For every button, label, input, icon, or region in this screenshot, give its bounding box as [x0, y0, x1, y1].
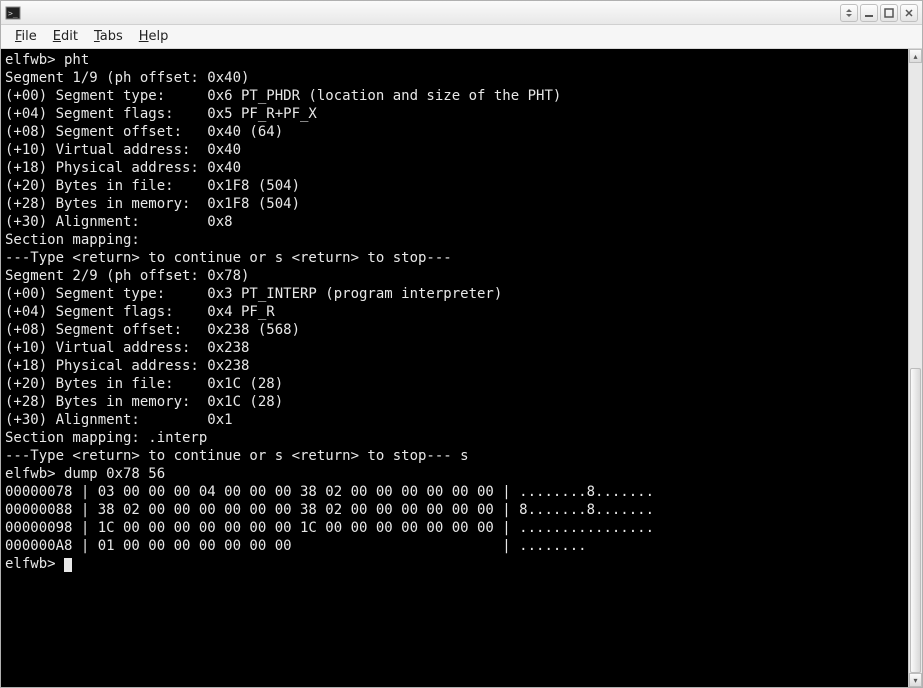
- terminal-line: elfwb>: [5, 555, 904, 573]
- terminal-line: Section mapping: .interp: [5, 429, 904, 447]
- terminal-area: elfwb> phtSegment 1/9 (ph offset: 0x40)(…: [1, 49, 922, 687]
- terminal-line: 000000A8 | 01 00 00 00 00 00 00 00 | ...…: [5, 537, 904, 555]
- terminal-line: (+08) Segment offset: 0x40 (64): [5, 123, 904, 141]
- menu-tabs[interactable]: Tabs: [86, 27, 131, 46]
- terminal-line: (+10) Virtual address: 0x238: [5, 339, 904, 357]
- terminal-line: elfwb> pht: [5, 51, 904, 69]
- minimize-button[interactable]: [860, 4, 878, 22]
- close-button[interactable]: [900, 4, 918, 22]
- terminal-line: (+20) Bytes in file: 0x1C (28): [5, 375, 904, 393]
- terminal-line: (+10) Virtual address: 0x40: [5, 141, 904, 159]
- terminal-line: elfwb> dump 0x78 56: [5, 465, 904, 483]
- terminal-line: 00000098 | 1C 00 00 00 00 00 00 00 1C 00…: [5, 519, 904, 537]
- menubar: File Edit Tabs Help: [1, 25, 922, 49]
- scroll-thumb[interactable]: [910, 368, 921, 673]
- terminal-line: (+30) Alignment: 0x8: [5, 213, 904, 231]
- terminal-output[interactable]: elfwb> phtSegment 1/9 (ph offset: 0x40)(…: [1, 49, 908, 687]
- terminal-line: (+18) Physical address: 0x40: [5, 159, 904, 177]
- terminal-line: Segment 2/9 (ph offset: 0x78): [5, 267, 904, 285]
- terminal-line: Section mapping:: [5, 231, 904, 249]
- titlebar: >_: [1, 1, 922, 25]
- terminal-line: (+28) Bytes in memory: 0x1C (28): [5, 393, 904, 411]
- app-icon: >_: [5, 5, 21, 21]
- terminal-line: (+18) Physical address: 0x238: [5, 357, 904, 375]
- menu-file[interactable]: File: [7, 27, 45, 46]
- maximize-button[interactable]: [880, 4, 898, 22]
- scroll-up-button[interactable]: ▴: [909, 49, 922, 63]
- scroll-down-button[interactable]: ▾: [909, 673, 922, 687]
- terminal-window: >_ File Edit Tabs Help elfwb> phtSegment…: [0, 0, 923, 688]
- terminal-line: (+28) Bytes in memory: 0x1F8 (504): [5, 195, 904, 213]
- terminal-line: ---Type <return> to continue or s <retur…: [5, 447, 904, 465]
- terminal-line: (+04) Segment flags: 0x5 PF_R+PF_X: [5, 105, 904, 123]
- scroll-track[interactable]: [909, 63, 922, 673]
- menu-help[interactable]: Help: [131, 27, 177, 46]
- terminal-line: 00000078 | 03 00 00 00 04 00 00 00 38 02…: [5, 483, 904, 501]
- terminal-line: ---Type <return> to continue or s <retur…: [5, 249, 904, 267]
- terminal-line: (+00) Segment type: 0x6 PT_PHDR (locatio…: [5, 87, 904, 105]
- scroll-lock-button[interactable]: [840, 4, 858, 22]
- terminal-line: (+00) Segment type: 0x3 PT_INTERP (progr…: [5, 285, 904, 303]
- terminal-line: (+30) Alignment: 0x1: [5, 411, 904, 429]
- terminal-line: 00000088 | 38 02 00 00 00 00 00 00 38 02…: [5, 501, 904, 519]
- cursor: [64, 558, 72, 572]
- terminal-line: (+20) Bytes in file: 0x1F8 (504): [5, 177, 904, 195]
- terminal-line: Segment 1/9 (ph offset: 0x40): [5, 69, 904, 87]
- terminal-line: (+08) Segment offset: 0x238 (568): [5, 321, 904, 339]
- svg-text:>_: >_: [8, 9, 18, 18]
- menu-edit[interactable]: Edit: [45, 27, 86, 46]
- scrollbar[interactable]: ▴ ▾: [908, 49, 922, 687]
- terminal-line: (+04) Segment flags: 0x4 PF_R: [5, 303, 904, 321]
